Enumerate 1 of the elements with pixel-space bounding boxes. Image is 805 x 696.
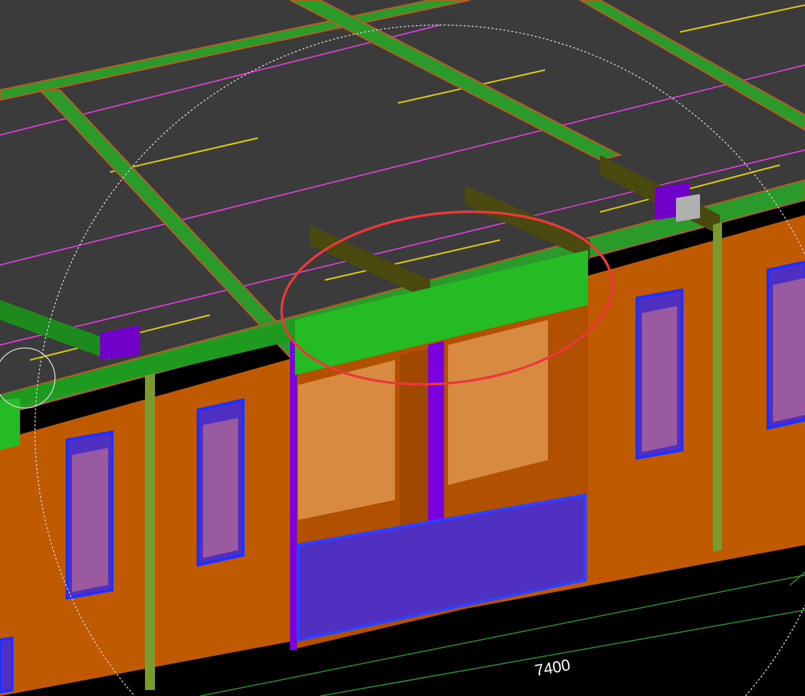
dimension-label: 7400: [533, 656, 572, 682]
